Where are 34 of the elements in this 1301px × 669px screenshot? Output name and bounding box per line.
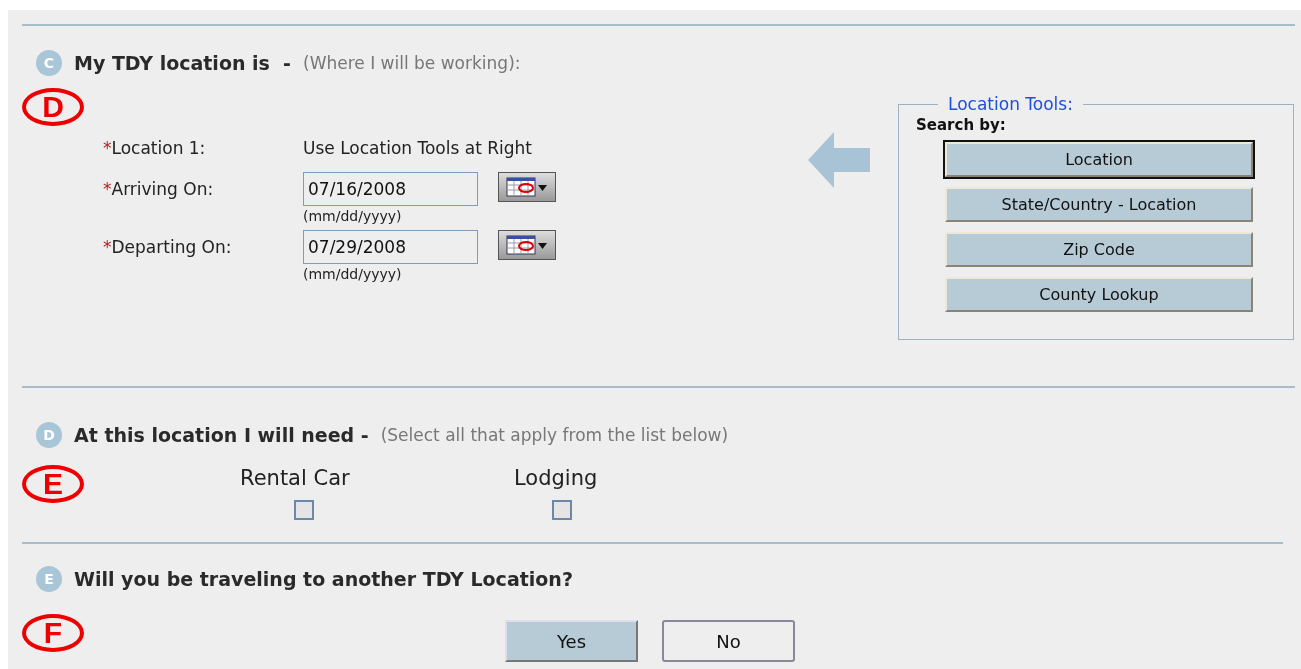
callout-label: F: [22, 614, 84, 652]
section-title: At this location I will need -: [74, 424, 369, 446]
answer-button[interactable]: Yes: [505, 620, 638, 662]
arrow-left-icon: [808, 132, 872, 188]
field-label: *Location 1:: [103, 138, 207, 158]
checkbox[interactable]: [294, 500, 314, 520]
answer-button[interactable]: No: [662, 620, 795, 662]
date-field[interactable]: 07/29/2008: [303, 230, 478, 264]
field-label: *Departing On:: [103, 237, 233, 257]
section-hint: (Where I will be working):: [303, 53, 521, 73]
date-field[interactable]: 07/16/2008: [303, 172, 478, 206]
search-option-button[interactable]: Zip Code: [945, 232, 1253, 267]
search-by-label: Search by:: [916, 116, 1007, 134]
calendar-button[interactable]: [498, 230, 556, 260]
callout-label: E: [22, 465, 84, 503]
section-hint: (Select all that apply from the list below): [380, 425, 729, 445]
date-format-hint: (mm/dd/yyyy): [303, 208, 403, 224]
option-label: Lodging: [514, 466, 598, 490]
location-value: Use Location Tools at Right: [303, 138, 532, 158]
section-title: Will you be traveling to another TDY Location?: [74, 568, 573, 590]
search-option-button[interactable]: State/Country - Location: [945, 187, 1253, 222]
checkbox[interactable]: [552, 500, 572, 520]
option-label: Rental Car: [240, 466, 350, 490]
section-title: My TDY location is -: [74, 52, 291, 74]
field-label: *Arriving On:: [103, 179, 215, 199]
date-format-hint: (mm/dd/yyyy): [303, 266, 403, 282]
callout-label: D: [22, 88, 84, 126]
section-badge: C: [36, 50, 62, 76]
section-badge: D: [36, 422, 62, 448]
panel-legend: Location Tools:: [938, 94, 1083, 114]
search-option-button[interactable]: County Lookup: [945, 277, 1253, 312]
section-badge: E: [36, 566, 62, 592]
calendar-button[interactable]: [498, 172, 556, 202]
search-option-button[interactable]: Location: [945, 142, 1253, 177]
